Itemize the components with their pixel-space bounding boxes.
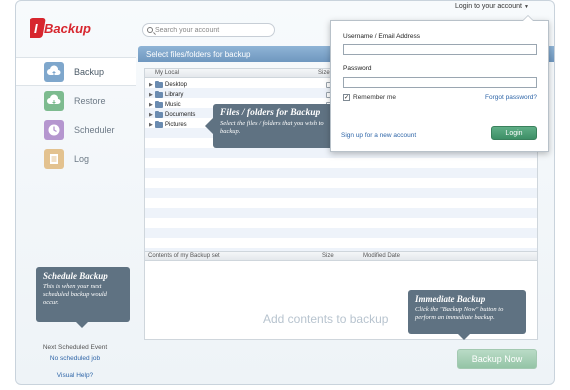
restore-icon (44, 90, 64, 111)
sidebar-item-label: Scheduler (74, 124, 115, 135)
tree-row[interactable]: ▶ Desktop (149, 80, 332, 90)
sidebar: Backup Restore Scheduler Log (16, 57, 136, 173)
tooltip-title: Files / folders for Backup (220, 108, 321, 118)
backup-now-button[interactable]: Backup Now (457, 349, 537, 369)
folder-icon (155, 111, 163, 118)
username-field[interactable] (343, 44, 537, 55)
files-folders-tooltip: Files / folders for Backup Select the fi… (205, 104, 336, 148)
backup-set-column-header: Contents of my Backup set Size Modified … (145, 252, 537, 261)
tooltip-text: Select the files / folders that you wish… (220, 120, 324, 135)
folder-icon (155, 121, 163, 128)
login-button[interactable]: Login (491, 126, 537, 140)
tree-row[interactable]: ▶ Library (149, 90, 332, 100)
tooltip-title: Immediate Backup (415, 294, 486, 304)
tooltip-text: Click the "Backup Now" button to perform… (415, 306, 504, 321)
sidebar-item-log[interactable]: Log (16, 144, 134, 173)
column-modified-date[interactable]: Modified Date (363, 253, 400, 259)
login-popover: Username / Email Address Password ✓ Reme… (330, 15, 549, 152)
folder-name: Pictures (165, 122, 187, 128)
folder-icon (155, 91, 163, 98)
sidebar-item-backup[interactable]: Backup (16, 57, 136, 86)
remember-label: Remember me (353, 94, 396, 101)
forgot-password-link[interactable]: Forgot password? (485, 94, 537, 101)
chevron-down-icon: ▼ (523, 3, 529, 10)
svg-text:I: I (34, 21, 38, 36)
folder-name: Documents (165, 112, 196, 118)
login-menu[interactable]: Login to your account ▼ (455, 3, 529, 10)
no-scheduled-job-link[interactable]: No scheduled job (16, 355, 134, 362)
sidebar-item-scheduler[interactable]: Scheduler (16, 115, 134, 144)
login-menu-label: Login to your account (455, 3, 522, 10)
column-my-local[interactable]: My Local (155, 70, 179, 76)
clock-icon (44, 119, 64, 140)
column-size[interactable]: Size (318, 70, 330, 76)
column-size[interactable]: Size (322, 253, 334, 259)
username-label: Username / Email Address (343, 33, 420, 40)
search-box[interactable] (142, 23, 275, 37)
folder-name: Library (165, 92, 184, 98)
schedule-backup-tooltip: Schedule Backup This is when your next s… (36, 267, 130, 328)
cloud-upload-icon (44, 61, 64, 82)
search-input[interactable] (154, 26, 274, 34)
log-icon (44, 148, 64, 169)
password-label: Password (343, 65, 372, 72)
search-icon (147, 27, 153, 33)
folder-name: Music (165, 102, 181, 108)
tree-row[interactable]: ▶ Music (149, 100, 332, 110)
add-contents-placeholder: Add contents to backup (263, 312, 389, 326)
folder-icon (155, 101, 163, 108)
tree-row[interactable]: ▶ Pictures (149, 120, 332, 130)
sidebar-item-restore[interactable]: Restore (16, 86, 134, 115)
password-field[interactable] (343, 77, 537, 88)
visual-help-link[interactable]: Visual Help? (16, 372, 134, 379)
next-scheduled-label: Next Scheduled Event (42, 344, 108, 351)
immediate-backup-tooltip: Immediate Backup Click the "Backup Now" … (408, 290, 526, 340)
tooltip-text: This is when your next scheduled backup … (43, 283, 107, 306)
signup-link[interactable]: Sign up for a new account (341, 132, 416, 139)
column-contents[interactable]: Contents of my Backup set (148, 253, 220, 259)
folder-name: Desktop (165, 82, 188, 88)
sidebar-item-label: Restore (74, 95, 106, 106)
folder-icon (155, 81, 163, 88)
remember-me[interactable]: ✓ Remember me (343, 94, 396, 101)
ibackup-logo: I Backup (26, 17, 110, 39)
folder-tree: ▶ Desktop ▶ Library ▶ Music ▶ Documents ▶ Pic… (149, 80, 332, 130)
tree-row[interactable]: ▶ Documents (149, 110, 332, 120)
sidebar-item-label: Backup (74, 66, 105, 77)
sidebar-item-label: Log (74, 153, 90, 164)
remember-checkbox[interactable]: ✓ (343, 94, 350, 101)
tooltip-title: Schedule Backup (43, 271, 108, 281)
svg-text:Backup: Backup (44, 21, 91, 36)
